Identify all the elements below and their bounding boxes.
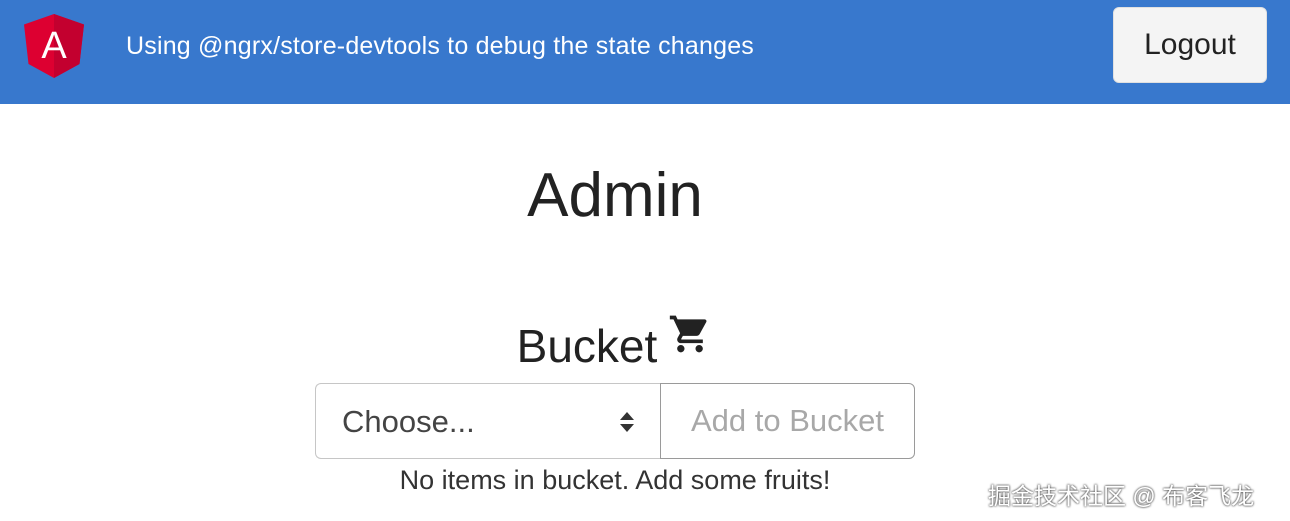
select-arrows-icon: [620, 412, 634, 432]
shopping-cart-icon: [670, 315, 707, 353]
fruit-select-value: Choose...: [342, 404, 475, 439]
app-title: Using @ngrx/store-devtools to debug the …: [126, 32, 755, 60]
logo-letter: A: [41, 25, 67, 67]
angular-logo-icon: A: [24, 14, 84, 78]
fruit-select[interactable]: Choose...: [315, 383, 660, 459]
page-title: Admin: [527, 161, 703, 230]
add-fruit-input-group: Choose... Add to Bucket: [315, 383, 915, 459]
logout-button[interactable]: Logout: [1113, 7, 1267, 83]
bucket-heading: Bucket: [0, 312, 1230, 373]
bucket-heading-label: Bucket: [516, 320, 658, 372]
top-navbar: A Using @ngrx/store-devtools to debug th…: [0, 0, 1290, 104]
add-to-bucket-button[interactable]: Add to Bucket: [660, 383, 915, 459]
watermark: 掘金技术社区 @ 布客飞龙: [988, 483, 1255, 509]
